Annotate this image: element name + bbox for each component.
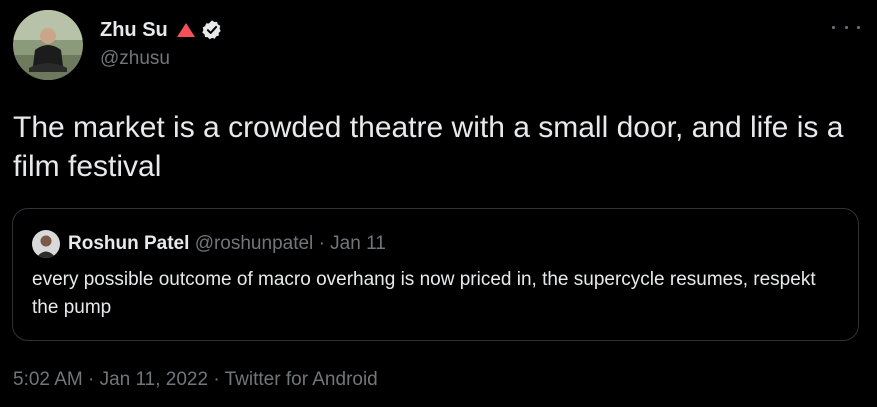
quoted-author-avatar[interactable]	[32, 230, 60, 258]
tweet-date[interactable]: Jan 11, 2022	[100, 369, 208, 390]
author-handle[interactable]: @zhusu	[100, 48, 170, 70]
meta-separator: ·	[213, 369, 220, 390]
quoted-author-name[interactable]: Roshun Patel	[68, 233, 189, 254]
meta-separator: ·	[88, 369, 95, 390]
more-dot	[844, 25, 848, 29]
tweet-source[interactable]: Twitter for Android	[225, 369, 378, 390]
verified-badge-icon	[201, 19, 223, 41]
quoted-tweet-date[interactable]: Jan 11	[330, 233, 386, 254]
more-dot	[857, 25, 860, 29]
tweet-time[interactable]: 5:02 AM	[13, 369, 83, 390]
author-display-name[interactable]: Zhu Su	[100, 19, 168, 42]
author-avatar[interactable]	[13, 10, 83, 80]
quoted-tweet-card[interactable]: Roshun Patel @roshunpatel · Jan 11 every…	[12, 208, 859, 341]
tweet-meta: 5:02 AM · Jan 11, 2022 · Twitter for And…	[13, 369, 378, 391]
author-name-row: Zhu Su	[100, 16, 223, 44]
more-dot	[832, 25, 835, 29]
quoted-tweet-text: every possible outcome of macro overhang…	[32, 269, 816, 318]
red-triangle-up-icon	[176, 22, 196, 38]
tweet-text: The market is a crowded theatre with a s…	[13, 111, 844, 183]
quoted-separator: ·	[318, 233, 325, 254]
more-dots-icon[interactable]	[832, 20, 860, 34]
quoted-tweet-header: Roshun Patel @roshunpatel · Jan 11	[68, 231, 386, 257]
quoted-author-handle[interactable]: @roshunpatel	[195, 233, 314, 254]
